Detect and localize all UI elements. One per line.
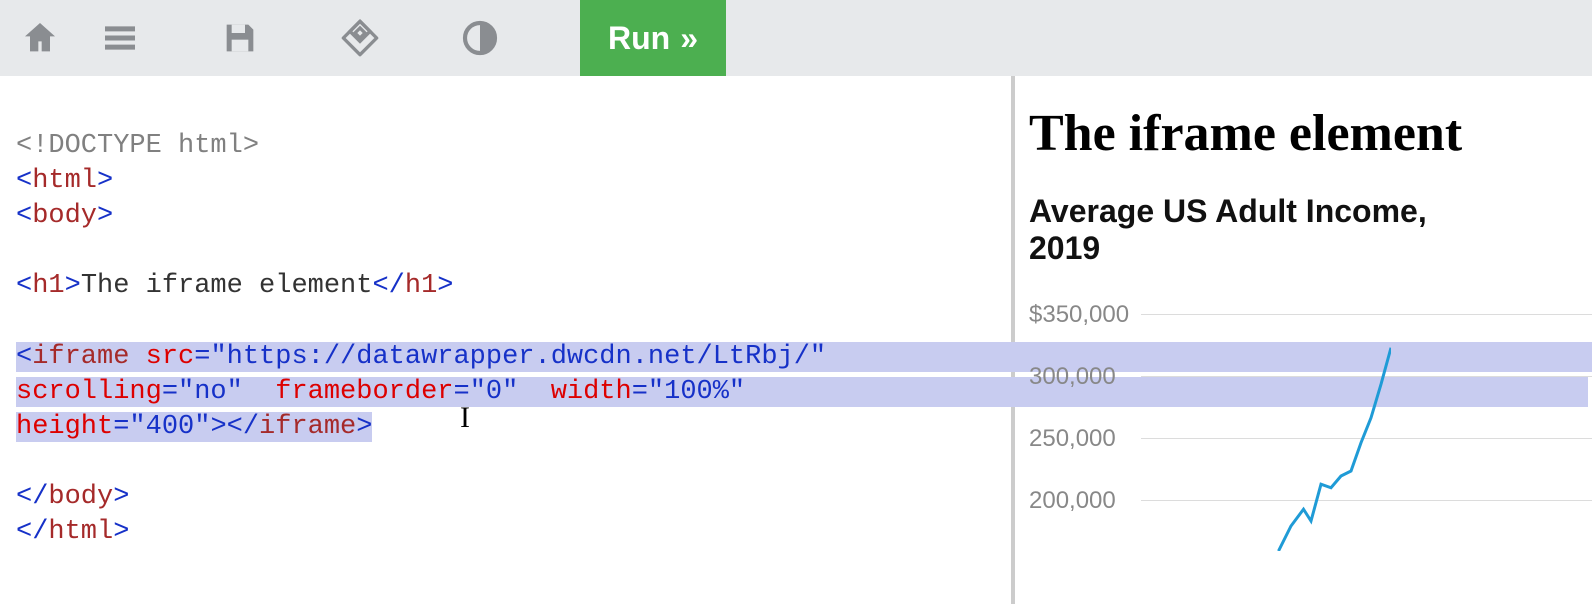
code-token: < — [16, 342, 32, 372]
toolbar: Run » — [0, 0, 1592, 76]
code-token: > — [210, 412, 226, 442]
code-token: "https://datawrapper.dwcdn.net/LtRbj/" — [210, 342, 826, 372]
code-token: > — [356, 412, 372, 442]
chart-title: Average US Adult Income, 2019 — [1029, 193, 1592, 267]
code-token: The iframe element — [81, 271, 373, 301]
code-token: body — [48, 482, 113, 512]
code-token: "100%" — [648, 377, 745, 407]
code-token: > — [113, 482, 129, 512]
code-token: iframe — [259, 412, 356, 442]
code-token: h1 — [32, 271, 64, 301]
menu-icon[interactable] — [80, 0, 160, 76]
code-token: "400" — [129, 412, 210, 442]
code-token: body — [32, 201, 97, 231]
orientation-icon[interactable] — [320, 0, 400, 76]
code-token: width — [551, 377, 632, 407]
code-token: < — [16, 271, 32, 301]
code-token: html — [48, 517, 113, 547]
selection-line: height="400"></iframe> — [16, 412, 372, 442]
chart: $350,000 300,000 250,000 200,000 — [1029, 301, 1592, 551]
code-token: </ — [16, 482, 48, 512]
run-button-label: Run — [608, 20, 670, 57]
run-button-arrow: » — [680, 20, 698, 57]
code-token: scrolling — [16, 377, 162, 407]
code-token: > — [97, 166, 113, 196]
code-token: html — [32, 166, 97, 196]
text-cursor-icon: I — [460, 398, 470, 437]
run-button[interactable]: Run » — [580, 0, 726, 76]
code-token: < — [16, 201, 32, 231]
code-token: src — [146, 342, 195, 372]
code-token: </ — [16, 517, 48, 547]
chart-line — [1141, 301, 1391, 551]
code-editor[interactable]: <!DOCTYPE html> <html> <body> <h1>The if… — [0, 76, 1015, 604]
code-token: frameborder — [275, 377, 453, 407]
code-token: iframe — [32, 342, 129, 372]
code-line: <!DOCTYPE html> — [16, 131, 259, 161]
code-token: > — [437, 271, 453, 301]
code-token: < — [16, 166, 32, 196]
split-panes: <!DOCTYPE html> <html> <body> <h1>The if… — [0, 76, 1592, 604]
code-token: "no" — [178, 377, 243, 407]
code-token: </ — [227, 412, 259, 442]
code-token: > — [113, 517, 129, 547]
code-token: > — [65, 271, 81, 301]
code-token: height — [16, 412, 113, 442]
output-pane: The iframe element Average US Adult Inco… — [1015, 76, 1592, 604]
code-token: "0" — [470, 377, 519, 407]
code-token: </ — [372, 271, 404, 301]
save-icon[interactable] — [200, 0, 280, 76]
home-icon[interactable] — [0, 0, 80, 76]
theme-icon[interactable] — [440, 0, 520, 76]
page-title: The iframe element — [1029, 104, 1592, 163]
code-token: h1 — [405, 271, 437, 301]
code-token: > — [97, 201, 113, 231]
